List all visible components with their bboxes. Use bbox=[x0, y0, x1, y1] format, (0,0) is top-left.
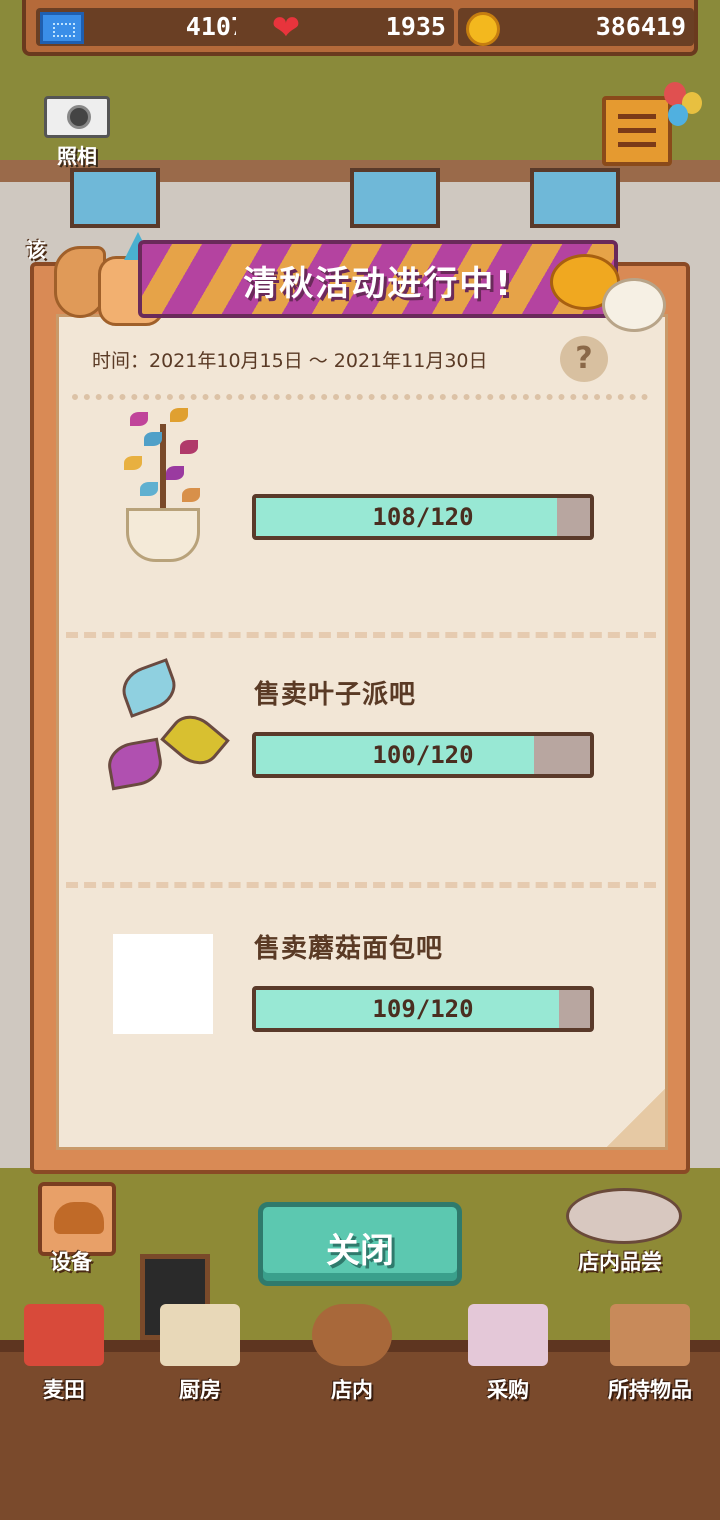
nav-store[interactable]: 店内 bbox=[292, 1298, 412, 1408]
equipment-label: 设备 bbox=[50, 1250, 92, 1274]
notebook-button[interactable] bbox=[602, 96, 672, 166]
leaf bbox=[180, 440, 198, 454]
nav-kitchen[interactable]: 厨房 bbox=[140, 1298, 260, 1408]
pie-icon bbox=[54, 1202, 104, 1234]
task-label: 售卖叶子派吧 bbox=[254, 680, 417, 710]
leaf bbox=[170, 408, 188, 422]
balloon-icon bbox=[668, 104, 688, 126]
bg-window bbox=[350, 168, 440, 228]
leaf bbox=[124, 456, 142, 470]
close-button[interactable]: 关闭 bbox=[258, 1202, 462, 1286]
progress-bar: 109/120 bbox=[252, 986, 594, 1032]
nav-label: 厨房 bbox=[179, 1378, 221, 1402]
heart-icon: ❤ bbox=[271, 8, 301, 48]
leaf bbox=[166, 466, 184, 480]
inventory-icon bbox=[610, 1304, 690, 1366]
bg-window bbox=[70, 168, 160, 228]
divider bbox=[72, 394, 648, 400]
notebook-line bbox=[618, 114, 656, 119]
leaf bbox=[182, 488, 200, 502]
camera-lens bbox=[67, 105, 91, 129]
kitchen-icon bbox=[160, 1304, 240, 1366]
progress-text: 100/120 bbox=[372, 741, 474, 769]
camera-icon bbox=[44, 96, 110, 138]
leaf bbox=[130, 412, 148, 426]
nav-inventory[interactable]: 所持物品 bbox=[590, 1298, 710, 1408]
divider bbox=[66, 632, 656, 638]
purchase-icon bbox=[468, 1304, 548, 1366]
camera-label: 照相 bbox=[57, 144, 97, 168]
blank-image bbox=[113, 934, 213, 1034]
store-icon bbox=[312, 1304, 392, 1366]
nav-label: 所持物品 bbox=[608, 1378, 692, 1402]
flower-pot bbox=[126, 508, 200, 562]
page-curl bbox=[607, 1089, 665, 1147]
tasting-button[interactable] bbox=[566, 1188, 682, 1244]
progress-bar: 108/120 bbox=[252, 494, 594, 540]
wheat-field-icon bbox=[24, 1304, 104, 1366]
leaf bbox=[140, 482, 158, 496]
tasting-label: 店内品尝 bbox=[578, 1250, 662, 1274]
nav-purchase[interactable]: 采购 bbox=[448, 1298, 568, 1408]
leaf bbox=[144, 432, 162, 446]
nav-label: 店内 bbox=[331, 1378, 373, 1402]
nav-wheat-field[interactable]: 麦田 bbox=[4, 1298, 124, 1408]
equipment-button[interactable] bbox=[38, 1182, 116, 1256]
nav-label: 麦田 bbox=[43, 1378, 85, 1402]
progress-text: 108/120 bbox=[372, 503, 474, 531]
progress-text: 109/120 bbox=[372, 995, 474, 1023]
bg-window bbox=[530, 168, 620, 228]
autumn-tree-icon bbox=[120, 404, 210, 572]
notebook-line bbox=[618, 128, 656, 133]
coin-icon bbox=[466, 12, 500, 46]
event-title: 清秋活动进行中! bbox=[243, 264, 513, 304]
partial-side-label: 该 bbox=[26, 238, 46, 262]
close-label: 关闭 bbox=[326, 1231, 394, 1271]
status-bar: 4107 1935 386419 ❤ bbox=[22, 0, 698, 56]
event-title-banner: 清秋活动进行中! bbox=[138, 240, 618, 318]
hearts-value: 1935 bbox=[385, 12, 446, 41]
coins-value: 386419 bbox=[595, 12, 686, 41]
ticket-icon bbox=[40, 12, 84, 44]
progress-bar: 100/120 bbox=[252, 732, 594, 778]
camera-button[interactable]: 照相 bbox=[44, 96, 110, 168]
event-time: 时间：2021年10月15日 ～ 2021年11月30日 bbox=[92, 350, 488, 372]
notebook-line bbox=[618, 142, 656, 147]
nav-label: 采购 bbox=[487, 1378, 529, 1402]
task-label: 售卖蘑菇面包吧 bbox=[254, 934, 444, 964]
help-button[interactable]: ? bbox=[560, 336, 608, 382]
white-pumpkin-icon bbox=[602, 278, 666, 332]
divider bbox=[66, 882, 656, 888]
